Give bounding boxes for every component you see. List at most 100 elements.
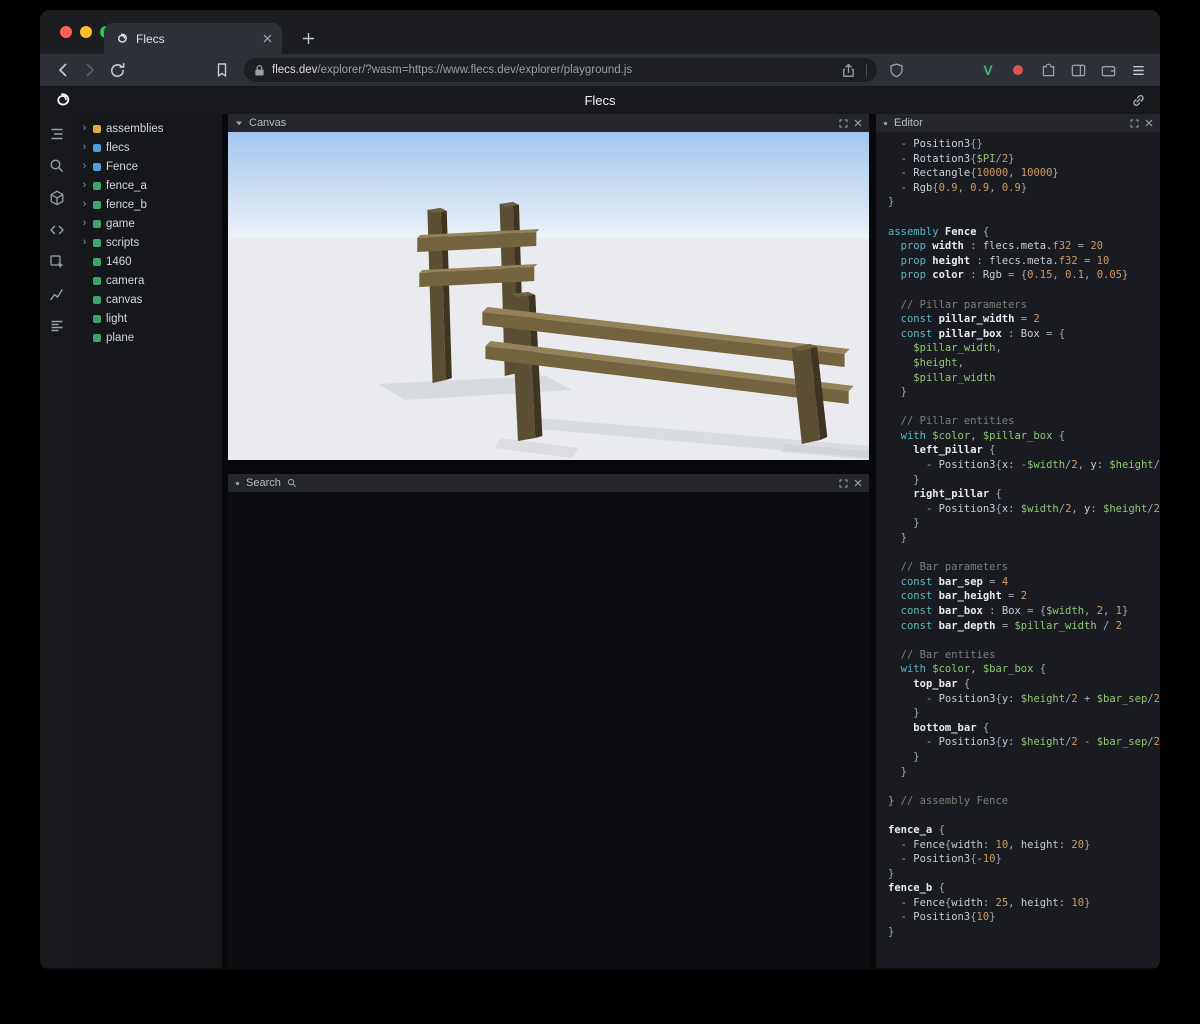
code-line[interactable]: [888, 400, 1160, 415]
code-line[interactable]: [888, 283, 1160, 298]
code-line[interactable]: with $color, $pillar_box {: [888, 429, 1160, 444]
code-line[interactable]: [888, 546, 1160, 561]
back-button[interactable]: [52, 59, 74, 81]
code-line[interactable]: } // assembly Fence: [888, 794, 1160, 809]
new-tab-button[interactable]: [296, 26, 320, 50]
close-panel-icon[interactable]: [854, 479, 862, 487]
tree-item-flecs[interactable]: › flecs: [74, 138, 222, 157]
chevron-right-icon[interactable]: ›: [81, 123, 88, 134]
code-line[interactable]: [888, 210, 1160, 225]
tree-item-plane[interactable]: plane: [74, 328, 222, 347]
minimize-window-button[interactable]: [80, 26, 92, 38]
code-line[interactable]: left_pillar {: [888, 443, 1160, 458]
code-line[interactable]: prop height : flecs.meta.f32 = 10: [888, 254, 1160, 269]
code-icon[interactable]: [45, 218, 69, 242]
search-icon[interactable]: [45, 154, 69, 178]
code-line[interactable]: - Fence{width: 10, height: 20}: [888, 838, 1160, 853]
tree-item-camera[interactable]: camera: [74, 271, 222, 290]
share-button[interactable]: [837, 59, 859, 81]
code-line[interactable]: - Position3{}: [888, 137, 1160, 152]
code-line[interactable]: // Pillar entities: [888, 414, 1160, 429]
code-line[interactable]: - Position3{x: $width/2, y: $height/2}: [888, 502, 1160, 517]
tree-item-fence_b[interactable]: › fence_b: [74, 195, 222, 214]
close-window-button[interactable]: [60, 26, 72, 38]
entity-tree-icon[interactable]: [45, 122, 69, 146]
wallet-button[interactable]: [1098, 60, 1118, 80]
code-line[interactable]: }: [888, 765, 1160, 780]
tree-item-assemblies[interactable]: › assemblies: [74, 119, 222, 138]
code-line[interactable]: }: [888, 925, 1160, 940]
code-line[interactable]: }: [888, 706, 1160, 721]
code-line[interactable]: }: [888, 531, 1160, 546]
code-line[interactable]: with $color, $bar_box {: [888, 662, 1160, 677]
code-line[interactable]: $pillar_width,: [888, 341, 1160, 356]
chevron-right-icon[interactable]: ›: [81, 199, 88, 210]
code-line[interactable]: - Position3{-10}: [888, 852, 1160, 867]
log-icon[interactable]: [45, 314, 69, 338]
code-line[interactable]: const pillar_box : Box = {: [888, 327, 1160, 342]
code-line[interactable]: const bar_depth = $pillar_width / 2: [888, 619, 1160, 634]
code-line[interactable]: prop width : flecs.meta.f32 = 20: [888, 239, 1160, 254]
code-line[interactable]: }: [888, 516, 1160, 531]
bookmark-icon[interactable]: [211, 59, 233, 81]
chevron-right-icon[interactable]: ›: [81, 218, 88, 229]
code-line[interactable]: }: [888, 385, 1160, 400]
chevron-down-icon[interactable]: [235, 119, 243, 127]
address-bar[interactable]: flecs.dev/explorer/?wasm=https://www.fle…: [244, 58, 877, 82]
brave-shields-button[interactable]: [885, 59, 907, 81]
copy-link-button[interactable]: [1128, 90, 1148, 110]
code-line[interactable]: }: [888, 867, 1160, 882]
tree-item-canvas[interactable]: canvas: [74, 290, 222, 309]
inspect-icon[interactable]: [45, 250, 69, 274]
code-line[interactable]: [888, 633, 1160, 648]
code-line[interactable]: assembly Fence {: [888, 225, 1160, 240]
browser-menu-button[interactable]: [1128, 60, 1148, 80]
code-line[interactable]: - Position3{y: $height/2 - $bar_sep/2}: [888, 735, 1160, 750]
code-line[interactable]: [888, 779, 1160, 794]
code-line[interactable]: - Rotation3{$PI/2}: [888, 152, 1160, 167]
code-line[interactable]: right_pillar {: [888, 487, 1160, 502]
code-line[interactable]: // Bar parameters: [888, 560, 1160, 575]
search-results-area[interactable]: [228, 492, 869, 968]
tree-item-game[interactable]: › game: [74, 214, 222, 233]
close-tab-icon[interactable]: [263, 34, 272, 43]
chevron-right-icon[interactable]: ›: [81, 161, 88, 172]
code-line[interactable]: - Rgb{0.9, 0.9, 0.9}: [888, 181, 1160, 196]
code-line[interactable]: fence_a {: [888, 823, 1160, 838]
extension-v-button[interactable]: V: [978, 60, 998, 80]
code-line[interactable]: // Pillar parameters: [888, 298, 1160, 313]
canvas-viewport[interactable]: [228, 132, 869, 460]
code-line[interactable]: - Position3{y: $height/2 + $bar_sep/2}: [888, 692, 1160, 707]
code-line[interactable]: prop color : Rgb = {0.15, 0.1, 0.05}: [888, 268, 1160, 283]
tree-item-light[interactable]: light: [74, 309, 222, 328]
reload-button[interactable]: [106, 59, 128, 81]
code-line[interactable]: const bar_box : Box = {$width, 2, 1}: [888, 604, 1160, 619]
tree-item-fence_a[interactable]: › fence_a: [74, 176, 222, 195]
forward-button[interactable]: [79, 59, 101, 81]
code-line[interactable]: }: [888, 195, 1160, 210]
code-line[interactable]: }: [888, 473, 1160, 488]
code-line[interactable]: - Fence{width: 25, height: 10}: [888, 896, 1160, 911]
expand-panel-icon[interactable]: [839, 119, 848, 128]
code-line[interactable]: [888, 808, 1160, 823]
sidebar-toggle-button[interactable]: [1068, 60, 1088, 80]
expand-panel-icon[interactable]: [1130, 119, 1139, 128]
tree-item-scripts[interactable]: › scripts: [74, 233, 222, 252]
code-line[interactable]: top_bar {: [888, 677, 1160, 692]
code-line[interactable]: const pillar_width = 2: [888, 312, 1160, 327]
cube-icon[interactable]: [45, 186, 69, 210]
code-line[interactable]: - Position3{x: -$width/2, y: $height/2}: [888, 458, 1160, 473]
code-line[interactable]: - Position3{10}: [888, 910, 1160, 925]
browser-tab[interactable]: Flecs: [104, 23, 282, 54]
chevron-right-icon[interactable]: ›: [81, 180, 88, 191]
code-line[interactable]: $pillar_width: [888, 371, 1160, 386]
tree-item-1460[interactable]: 1460: [74, 252, 222, 271]
editor-code[interactable]: - Position3{} - Rotation3{$PI/2} - Recta…: [876, 132, 1160, 968]
code-line[interactable]: // Bar entities: [888, 648, 1160, 663]
code-line[interactable]: - Rectangle{10000, 10000}: [888, 166, 1160, 181]
chevron-right-icon[interactable]: ›: [81, 237, 88, 248]
expand-panel-icon[interactable]: [839, 479, 848, 488]
chevron-right-icon[interactable]: ›: [81, 142, 88, 153]
code-line[interactable]: const bar_height = 2: [888, 589, 1160, 604]
code-line[interactable]: fence_b {: [888, 881, 1160, 896]
